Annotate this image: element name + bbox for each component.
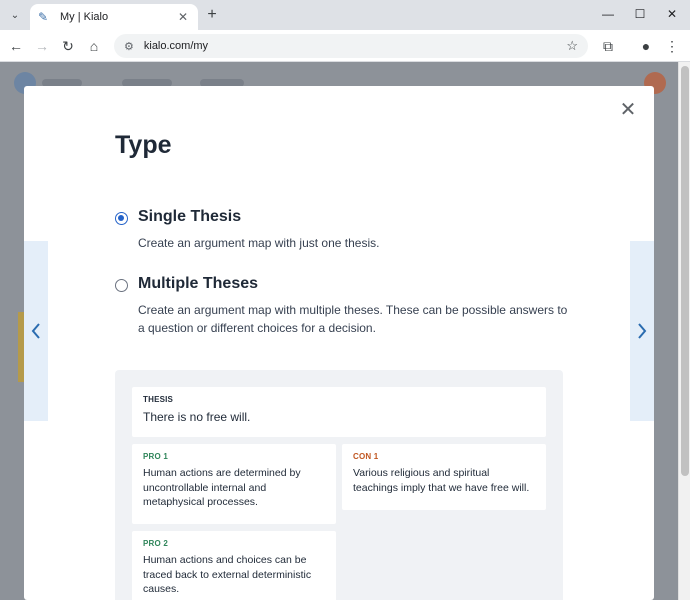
thesis-label: THESIS: [143, 395, 174, 404]
multiple-theses-radio[interactable]: [115, 279, 128, 292]
pro-label: PRO 1: [143, 452, 169, 461]
tab-title: My | Kialo: [60, 11, 109, 23]
address-bar[interactable]: ⚙ kialo.com/my ☆: [114, 34, 588, 58]
option-multiple-theses[interactable]: Multiple Theses Create an argument map w…: [115, 275, 575, 335]
forward-arrow-icon[interactable]: →: [32, 36, 52, 56]
pro-claim-1: PRO 1 Human actions are determined by un…: [132, 444, 336, 524]
con-claim-1: CON 1 Various religious and spiritual te…: [342, 444, 546, 510]
scrollbar-thumb[interactable]: [681, 66, 689, 476]
browser-toolbar: ← → ↻ ⌂ ⚙ kialo.com/my ☆ ⧉ ● ⋮: [0, 30, 690, 62]
site-settings-icon[interactable]: ⚙: [124, 40, 134, 53]
option-description: Create an argument map with multiple the…: [138, 303, 568, 335]
next-step-button[interactable]: [630, 241, 654, 421]
con-label: CON 1: [353, 452, 379, 461]
minimize-window-icon[interactable]: —: [596, 4, 620, 24]
reload-icon[interactable]: ↻: [58, 36, 78, 56]
single-thesis-radio[interactable]: [115, 212, 128, 225]
bookmark-star-icon[interactable]: ☆: [566, 38, 578, 54]
claim-text: Human actions and choices can be traced …: [143, 554, 312, 595]
option-title[interactable]: Multiple Theses: [138, 275, 258, 293]
back-arrow-icon[interactable]: ←: [6, 36, 26, 56]
tab-search-chevron-icon[interactable]: ⌄: [6, 6, 24, 24]
option-description: Create an argument map with just one the…: [138, 236, 380, 250]
extensions-puzzle-icon[interactable]: ⧉: [598, 36, 618, 56]
browser-tab[interactable]: ✎ My | Kialo ✕: [30, 4, 198, 30]
discussion-type-modal: ✕ Type Single Thesis Create an argument …: [24, 86, 654, 600]
page-scrollbar[interactable]: [678, 62, 690, 600]
browser-menu-icon[interactable]: ⋮: [662, 36, 682, 56]
kialo-favicon-icon: ✎: [38, 10, 49, 24]
close-tab-icon[interactable]: ✕: [176, 10, 190, 24]
close-icon[interactable]: ✕: [618, 100, 638, 120]
claim-text: Human actions are determined by uncontro…: [143, 467, 301, 508]
thesis-text: There is no free will.: [143, 410, 251, 424]
example-argument-map: THESIS There is no free will. PRO 1 Huma…: [115, 370, 563, 600]
close-window-icon[interactable]: ✕: [660, 4, 684, 24]
pro-claim-2: PRO 2 Human actions and choices can be t…: [132, 531, 336, 600]
profile-avatar-icon[interactable]: ●: [636, 36, 656, 56]
thesis-claim: THESIS There is no free will.: [132, 387, 546, 437]
option-single-thesis[interactable]: Single Thesis Create an argument map wit…: [115, 208, 575, 250]
chevron-left-icon: [31, 323, 40, 339]
pro-label: PRO 2: [143, 539, 169, 548]
modal-title: Type: [115, 131, 172, 159]
home-icon[interactable]: ⌂: [84, 36, 104, 56]
new-tab-button[interactable]: +: [204, 6, 220, 24]
browser-tab-bar: ⌄ ✎ My | Kialo ✕ + — ☐ ✕: [0, 0, 690, 30]
chevron-right-icon: [638, 323, 647, 339]
previous-step-button[interactable]: [24, 241, 48, 421]
option-title[interactable]: Single Thesis: [138, 208, 241, 226]
url-text[interactable]: kialo.com/my: [144, 40, 566, 52]
claim-text: Various religious and spiritual teaching…: [353, 467, 530, 494]
maximize-window-icon[interactable]: ☐: [628, 4, 652, 24]
